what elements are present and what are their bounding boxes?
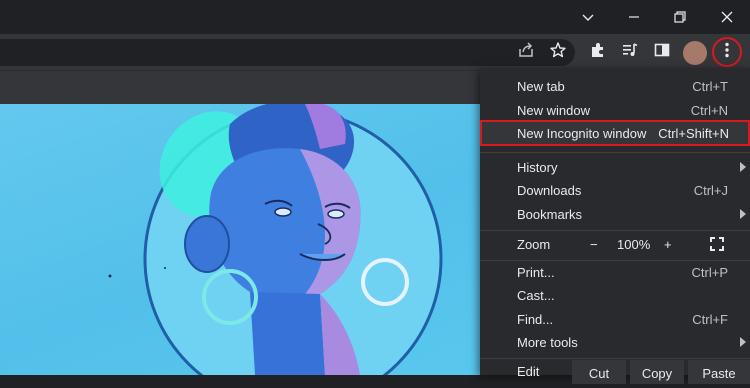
- title-bar: [0, 0, 750, 34]
- minimize-icon: [628, 8, 640, 27]
- share-icon: [517, 41, 535, 63]
- more-vertical-icon: [724, 42, 730, 62]
- menu-item-shortcut: Ctrl+F: [692, 312, 728, 327]
- menu-item-label: Downloads: [517, 183, 582, 198]
- menu-item-more-tools[interactable]: More tools: [480, 331, 750, 355]
- menu-divider: [480, 358, 750, 359]
- media-control-button[interactable]: [619, 41, 641, 63]
- menu-item-label: New Incognito window: [517, 126, 647, 141]
- menu-item-shortcut: Ctrl+T: [692, 79, 728, 94]
- star-icon: [549, 41, 567, 63]
- side-panel-icon: [653, 41, 671, 63]
- menu-item-downloads[interactable]: Downloads Ctrl+J: [480, 179, 750, 203]
- menu-row-zoom: Zoom − 100% +: [480, 233, 750, 257]
- paste-button[interactable]: Paste: [688, 360, 750, 384]
- menu-item-label: New window: [517, 103, 590, 118]
- chevron-down-icon: [581, 8, 595, 27]
- profile-avatar[interactable]: [683, 41, 707, 65]
- puzzle-icon: [589, 41, 607, 63]
- menu-item-label: More tools: [517, 335, 578, 350]
- menu-item-find[interactable]: Find... Ctrl+F: [480, 308, 750, 332]
- menu-item-label: Cast...: [517, 288, 555, 303]
- submenu-arrow-icon: [740, 162, 746, 172]
- submenu-arrow-icon: [740, 337, 746, 347]
- media-control-icon: [621, 41, 639, 63]
- menu-item-history[interactable]: History: [480, 156, 750, 180]
- close-icon: [721, 8, 733, 27]
- menu-item-cast[interactable]: Cast...: [480, 284, 750, 308]
- menu-item-shortcut: Ctrl+J: [693, 183, 728, 198]
- copy-button[interactable]: Copy: [630, 360, 684, 384]
- edit-label: Edit: [517, 364, 540, 379]
- zoom-label: Zoom: [517, 237, 551, 252]
- menu-item-new-incognito-window[interactable]: New Incognito window Ctrl+Shift+N: [480, 120, 750, 146]
- menu-divider: [480, 230, 750, 231]
- chrome-menu-button[interactable]: [712, 37, 742, 67]
- fullscreen-icon[interactable]: [710, 237, 724, 254]
- address-bar[interactable]: [0, 39, 575, 66]
- menu-row-edit: Edit Cut Copy Paste: [480, 360, 750, 384]
- menu-item-label: Print...: [517, 265, 555, 280]
- menu-item-new-tab[interactable]: New tab Ctrl+T: [480, 75, 750, 99]
- menu-item-bookmarks[interactable]: Bookmarks: [480, 203, 750, 227]
- restore-icon: [674, 8, 686, 27]
- cut-button[interactable]: Cut: [572, 360, 626, 384]
- minimize-button[interactable]: [611, 0, 657, 34]
- toolbar: [0, 34, 750, 70]
- menu-item-shortcut: Ctrl+P: [691, 265, 728, 280]
- close-button[interactable]: [704, 0, 750, 34]
- zoom-in-button[interactable]: +: [664, 237, 672, 252]
- tab-search-button[interactable]: [565, 0, 611, 34]
- zoom-out-button[interactable]: −: [590, 237, 598, 252]
- zoom-level: 100%: [617, 237, 651, 252]
- menu-item-shortcut: Ctrl+Shift+N: [658, 126, 729, 141]
- extensions-button[interactable]: [587, 41, 609, 63]
- bookmark-button[interactable]: [547, 41, 569, 63]
- submenu-arrow-icon: [740, 209, 746, 219]
- restore-button[interactable]: [657, 0, 703, 34]
- menu-item-print[interactable]: Print... Ctrl+P: [480, 261, 750, 285]
- menu-item-label: Find...: [517, 312, 554, 327]
- side-panel-button[interactable]: [651, 41, 673, 63]
- menu-item-label: History: [517, 160, 558, 175]
- menu-item-label: New tab: [517, 79, 565, 94]
- menu-item-label: Bookmarks: [517, 207, 583, 222]
- share-button[interactable]: [515, 41, 537, 63]
- menu-item-shortcut: Ctrl+N: [690, 103, 728, 118]
- menu-divider: [480, 152, 750, 153]
- chrome-menu: New tab Ctrl+T New window Ctrl+N History…: [480, 68, 750, 384]
